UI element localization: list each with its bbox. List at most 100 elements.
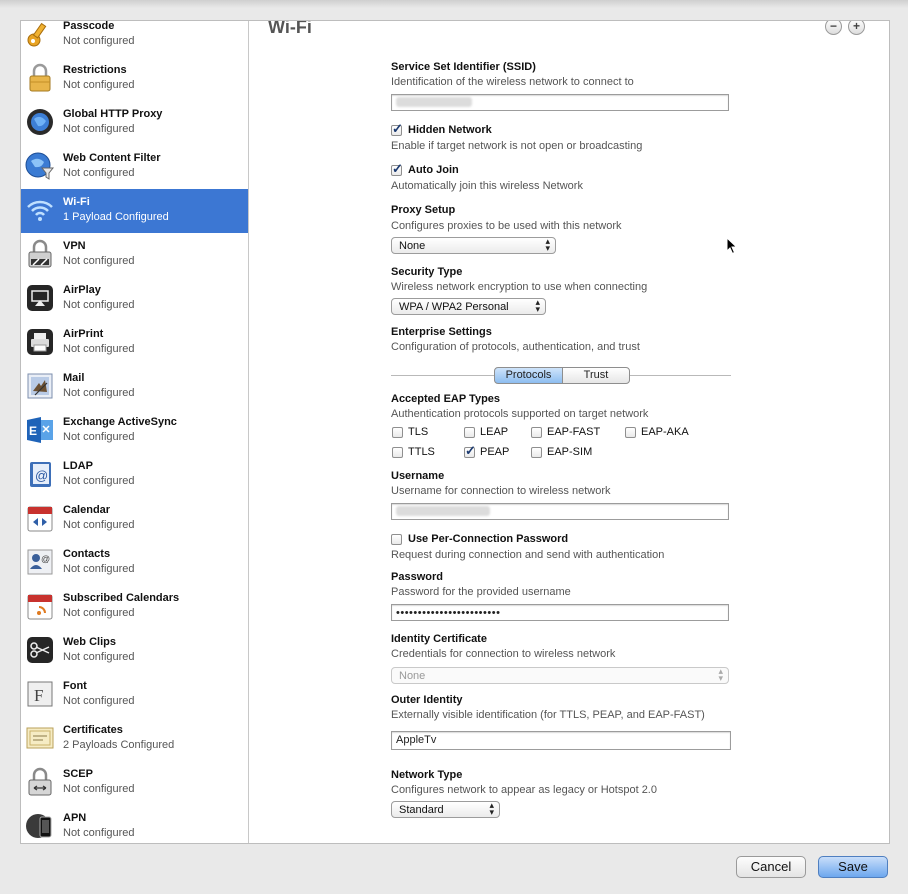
per-connection-password-checkbox[interactable]	[391, 534, 402, 545]
checkmark-icon: ✓	[465, 443, 476, 458]
contacts-icon: @	[27, 549, 53, 575]
outer-identity-label: Outer Identity	[391, 694, 463, 706]
network-type-label: Network Type	[391, 769, 463, 781]
security-type-popup[interactable]: WPA / WPA2 Personal ▴ ▾	[391, 298, 546, 315]
password-description: Password for the provided username	[391, 586, 571, 598]
tab-protocols[interactable]: Protocols	[494, 367, 563, 384]
sidebar-item-subscribed-calendars[interactable]: Subscribed Calendars Not configured	[21, 585, 248, 629]
outer-identity-description: Externally visible identification (for T…	[391, 709, 705, 721]
sidebar-item-status: Not configured	[63, 607, 135, 619]
auto-join-checkbox[interactable]: ✓	[391, 161, 403, 176]
hidden-network-checkbox[interactable]: ✓	[391, 121, 403, 136]
sidebar-item-title: Mail	[63, 372, 85, 384]
sidebar-item-mail[interactable]: Mail Not configured	[21, 365, 248, 409]
password-field[interactable]: ••••••••••••••••••••••••	[391, 604, 729, 621]
tab-trust[interactable]: Trust	[562, 367, 630, 384]
sidebar-item-status: 2 Payloads Configured	[63, 739, 175, 751]
sidebar-item-status: Not configured	[63, 167, 135, 179]
eap-sim-checkbox[interactable]	[531, 447, 542, 458]
eap-tls-checkbox[interactable]	[392, 427, 403, 438]
popup-arrows-icon: ▴ ▾	[489, 800, 494, 817]
mouse-pointer-icon	[726, 237, 738, 255]
ssid-field[interactable]	[391, 94, 729, 111]
security-type-value: WPA / WPA2 Personal	[399, 301, 509, 313]
vpn-lock-icon	[28, 239, 52, 268]
eap-types-description: Authentication protocols supported on ta…	[391, 408, 649, 420]
popup-arrows-icon: ▴ ▾	[545, 236, 550, 253]
sidebar-item-apn[interactable]: APN Not configured	[21, 805, 248, 843]
sidebar-item-title: Subscribed Calendars	[63, 592, 180, 604]
sidebar-item-title: Restrictions	[63, 64, 127, 76]
key-icon	[27, 22, 47, 47]
sidebar-item-global-http-proxy[interactable]: Global HTTP Proxy Not configured	[21, 101, 248, 145]
svg-text:@: @	[41, 554, 50, 564]
sidebar-item-airprint[interactable]: AirPrint Not configured	[21, 321, 248, 365]
sidebar-item-title: VPN	[63, 240, 86, 252]
globe-filter-icon	[25, 152, 55, 180]
sidebar-item-title: SCEP	[63, 768, 93, 780]
sidebar-item-title: Contacts	[63, 548, 111, 560]
eap-aka-checkbox[interactable]	[625, 427, 636, 438]
identity-certificate-value: None	[399, 670, 426, 682]
sidebar-item-exchange-activesync[interactable]: E Exchange ActiveSync Not configured	[21, 409, 248, 453]
eap-peap-checkbox[interactable]: ✓	[464, 443, 476, 458]
sidebar-item-title: Certificates	[63, 724, 123, 736]
sidebar-item-scep[interactable]: SCEP Not configured	[21, 761, 248, 805]
proxy-setup-value: None	[399, 240, 426, 252]
outer-identity-field[interactable]: AppleTv	[391, 731, 731, 750]
sidebar-item-certificates[interactable]: Certificates 2 Payloads Configured	[21, 717, 248, 761]
eap-aka-label: EAP-AKA	[641, 426, 689, 438]
redacted-text	[396, 97, 472, 107]
eap-tls-label: TLS	[408, 426, 429, 438]
eap-leap-checkbox[interactable]	[464, 427, 475, 438]
sidebar-item-ldap[interactable]: @ LDAP Not configured	[21, 453, 248, 497]
sidebar-item-status: Not configured	[63, 343, 135, 355]
sidebar-item-status: Not configured	[63, 651, 135, 663]
eap-ttls-label: TTLS	[408, 446, 435, 458]
padlock-icon	[29, 63, 51, 92]
payload-sidebar[interactable]: Passcode Not configured Restrictions Not…	[21, 21, 249, 843]
sidebar-item-contacts[interactable]: @ Contacts Not configured	[21, 541, 248, 585]
sidebar-item-status: Not configured	[63, 783, 135, 795]
cancel-button[interactable]: Cancel	[736, 856, 806, 878]
sidebar-item-vpn[interactable]: VPN Not configured	[21, 233, 248, 277]
sidebar-item-calendar[interactable]: Calendar Not configured	[21, 497, 248, 541]
username-field[interactable]	[391, 503, 729, 520]
scep-lock-icon	[28, 767, 52, 796]
wifi-icon	[27, 200, 53, 221]
remove-payload-button[interactable]: −	[825, 21, 842, 35]
sidebar-item-airplay[interactable]: AirPlay Not configured	[21, 277, 248, 321]
sidebar-item-web-clips[interactable]: Web Clips Not configured	[21, 629, 248, 673]
eap-fast-checkbox[interactable]	[531, 427, 542, 438]
username-label: Username	[391, 470, 445, 482]
sidebar-item-status: Not configured	[63, 299, 135, 311]
wifi-settings-pane: Wi-Fi − + Service Set Identifier (SSID) …	[249, 21, 889, 843]
network-type-description: Configures network to appear as legacy o…	[391, 784, 657, 796]
sidebar-item-wifi[interactable]: Wi-Fi 1 Payload Configured	[21, 189, 248, 233]
sidebar-item-restrictions[interactable]: Restrictions Not configured	[21, 57, 248, 101]
sidebar-item-title: Wi-Fi	[63, 196, 90, 208]
add-payload-button[interactable]: +	[848, 21, 865, 35]
checkmark-icon: ✓	[392, 121, 403, 136]
save-button[interactable]: Save	[818, 856, 888, 878]
sidebar-item-status: Not configured	[63, 431, 135, 443]
sidebar-item-passcode[interactable]: Passcode Not configured	[21, 21, 248, 57]
sidebar-item-title: APN	[63, 812, 87, 824]
eap-types-label: Accepted EAP Types	[391, 393, 501, 405]
eap-ttls-checkbox[interactable]	[392, 447, 403, 458]
checkmark-icon: ✓	[392, 161, 403, 176]
sidebar-item-status: Not configured	[63, 387, 135, 399]
sidebar-item-web-content-filter[interactable]: Web Content Filter Not configured	[21, 145, 248, 189]
proxy-setup-popup[interactable]: None ▴ ▾	[391, 237, 556, 254]
hidden-network-label: Hidden Network	[408, 124, 492, 136]
sidebar-item-font[interactable]: F Font Not configured	[21, 673, 248, 717]
subscribed-calendar-icon	[27, 594, 53, 620]
identity-certificate-popup[interactable]: None ▴ ▾	[391, 667, 729, 684]
sidebar-item-status: Not configured	[63, 35, 135, 47]
proxy-setup-label: Proxy Setup	[391, 204, 456, 216]
airplay-icon	[27, 285, 53, 311]
sidebar-item-status: Not configured	[63, 519, 135, 531]
network-type-popup[interactable]: Standard ▴ ▾	[391, 801, 500, 818]
window-top-edge	[0, 0, 908, 8]
username-description: Username for connection to wireless netw…	[391, 485, 611, 497]
